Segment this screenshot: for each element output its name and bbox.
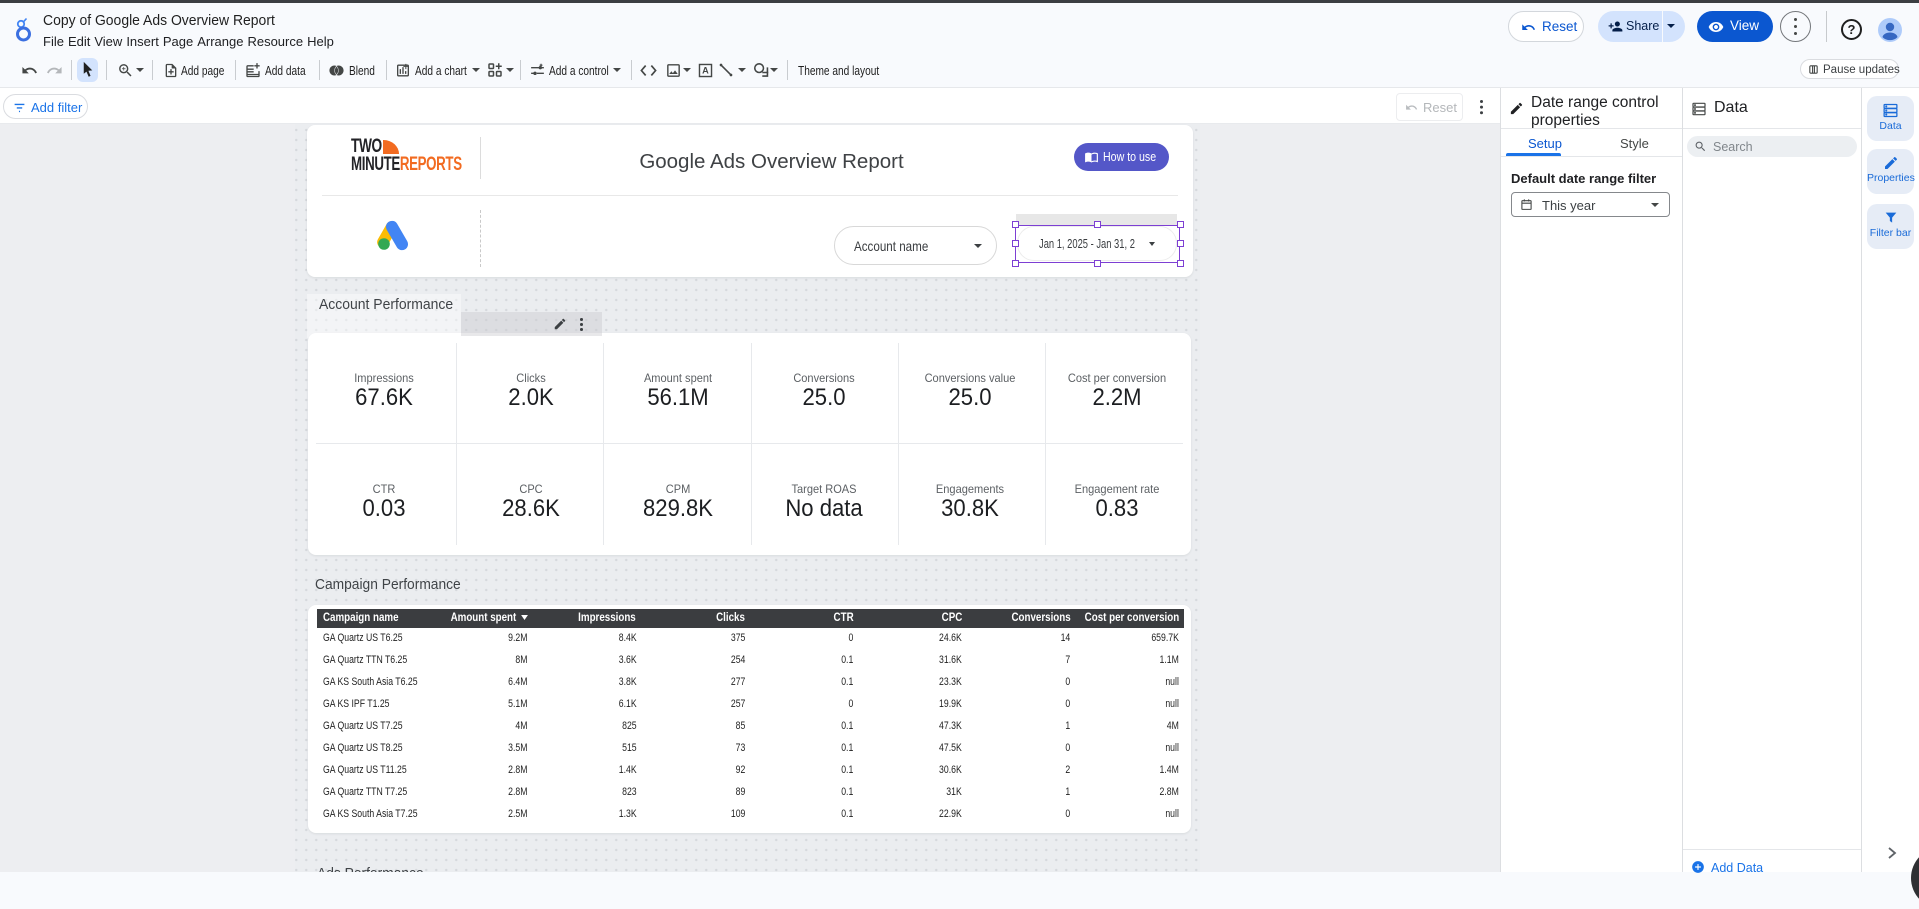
svg-text:A: A <box>702 66 709 76</box>
